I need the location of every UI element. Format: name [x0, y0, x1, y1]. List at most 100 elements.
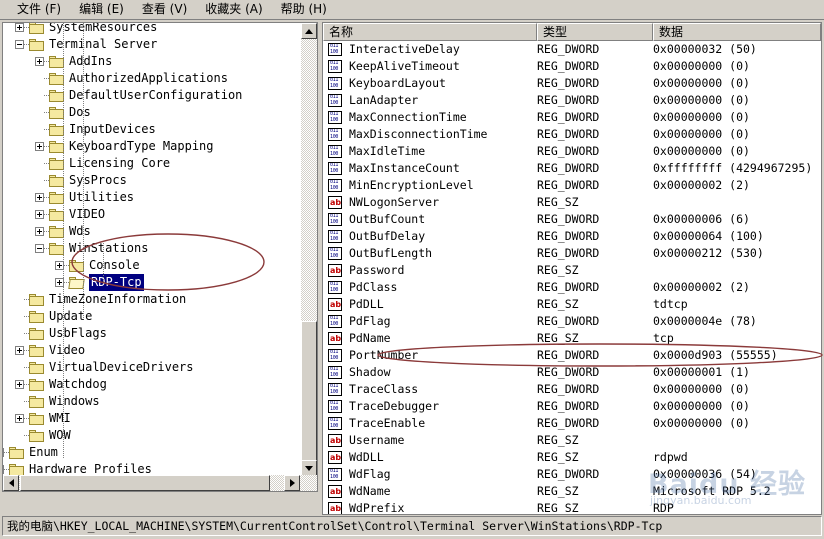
table-row[interactable]: 011 100 MinEncryptionLevel REG_DWORD 0x00000… — [323, 177, 821, 194]
expand-icon[interactable] — [15, 23, 24, 32]
expand-icon[interactable] — [35, 142, 44, 151]
table-row[interactable]: ab WdDLL REG_SZ rdpwd — [323, 449, 821, 466]
tree-item-dos[interactable]: Dos — [3, 104, 301, 121]
table-row[interactable]: 011 100 KeyboardLayout REG_DWORD 0x00000000 … — [323, 75, 821, 92]
table-row[interactable]: 011 100 TraceClass REG_DWORD 0x00000000 (0) — [323, 381, 821, 398]
tree-item-defaultuserconfiguration[interactable]: DefaultUserConfiguration — [3, 87, 301, 104]
table-row[interactable]: 011 100 PortNumber REG_DWORD 0x0000d903 (555… — [323, 347, 821, 364]
column-header-name[interactable]: 名称 — [323, 23, 537, 41]
dword-icon: 011 100 — [328, 400, 342, 413]
tree-scroll-left-button[interactable] — [3, 475, 19, 491]
expand-icon[interactable] — [35, 193, 44, 202]
expand-icon[interactable] — [35, 57, 44, 66]
tree-item-wds[interactable]: Wds — [3, 223, 301, 240]
list-rows: 011 100 InteractiveDelay REG_DWORD 0x0000003… — [323, 41, 821, 514]
table-row[interactable]: 011 100 PdFlag REG_DWORD 0x0000004e (78) — [323, 313, 821, 330]
tree-item-hardware-profiles[interactable]: Hardware Profiles — [3, 461, 301, 475]
tree-item-utilities[interactable]: Utilities — [3, 189, 301, 206]
expand-icon[interactable] — [35, 210, 44, 219]
tree-scroll-right-button[interactable] — [284, 475, 300, 491]
table-row[interactable]: ab Password REG_SZ — [323, 262, 821, 279]
string-icon: ab — [328, 196, 342, 209]
table-row[interactable]: 011 100 PdClass REG_DWORD 0x00000002 (2) — [323, 279, 821, 296]
folder-icon — [9, 447, 24, 459]
arrow-right-icon — [289, 479, 295, 487]
table-row[interactable]: ab WdPrefix REG_SZ RDP — [323, 500, 821, 514]
table-row[interactable]: 011 100 MaxIdleTime REG_DWORD 0x00000000 (0) — [323, 143, 821, 160]
table-row[interactable]: ab NWLogonServer REG_SZ — [323, 194, 821, 211]
expand-icon[interactable] — [15, 380, 24, 389]
collapse-icon[interactable] — [35, 244, 44, 253]
tree-item-update[interactable]: Update — [3, 308, 301, 325]
tree-item-usbflags[interactable]: UsbFlags — [3, 325, 301, 342]
value-type-cell: REG_DWORD — [537, 382, 600, 396]
tree-item-enum[interactable]: Enum — [3, 444, 301, 461]
table-row[interactable]: 011 100 InteractiveDelay REG_DWORD 0x0000003… — [323, 41, 821, 58]
tree-scroll-up-button[interactable] — [301, 23, 317, 39]
tree-item-keyboardtype-mapping[interactable]: KeyboardType Mapping — [3, 138, 301, 155]
expand-icon[interactable] — [15, 346, 24, 355]
column-header-data[interactable]: 数据 — [653, 23, 821, 41]
expand-icon[interactable] — [15, 414, 24, 423]
tree-hscroll-thumb[interactable] — [20, 475, 270, 491]
value-type-cell: REG_DWORD — [537, 212, 600, 226]
tree-horizontal-scrollbar[interactable] — [3, 475, 317, 491]
table-row[interactable]: 011 100 MaxConnectionTime REG_DWORD 0x000000… — [323, 109, 821, 126]
value-name-cell: NWLogonServer — [349, 195, 440, 209]
tree-item-rdp-tcp[interactable]: RDP-Tcp — [3, 274, 301, 291]
table-row[interactable]: 011 100 WdFlag REG_DWORD 0x00000036 (54) — [323, 466, 821, 483]
menu-view[interactable]: 查看 (V) — [133, 1, 196, 18]
table-row[interactable]: 011 100 OutBufLength REG_DWORD 0x00000212 (5… — [323, 245, 821, 262]
registry-values-pane[interactable]: 名称 类型 数据 011 100 InteractiveDelay REG_DWORD… — [322, 22, 822, 515]
table-row[interactable]: 011 100 OutBufDelay REG_DWORD 0x00000064 (10… — [323, 228, 821, 245]
menu-edit[interactable]: 编辑 (E) — [70, 1, 133, 18]
tree-vertical-scrollbar[interactable] — [301, 23, 317, 476]
expand-icon[interactable] — [35, 227, 44, 236]
table-row[interactable]: ab PdDLL REG_SZ tdtcp — [323, 296, 821, 313]
table-row[interactable]: 011 100 Shadow REG_DWORD 0x00000001 (1) — [323, 364, 821, 381]
table-row[interactable]: 011 100 OutBufCount REG_DWORD 0x00000006 (6) — [323, 211, 821, 228]
tree-item-timezoneinformation[interactable]: TimeZoneInformation — [3, 291, 301, 308]
tree-item-wow[interactable]: WOW — [3, 427, 301, 444]
registry-tree-pane[interactable]: SystemResources Terminal Server AddIns Auth… — [2, 22, 318, 492]
tree-item-authorizedapplications[interactable]: AuthorizedApplications — [3, 70, 301, 87]
tree-scroll-down-button[interactable] — [301, 460, 317, 476]
table-row[interactable]: 011 100 TraceEnable REG_DWORD 0x00000000 (0) — [323, 415, 821, 432]
tree-item-video[interactable]: Video — [3, 342, 301, 359]
table-row[interactable]: 011 100 MaxInstanceCount REG_DWORD 0xfffffff… — [323, 160, 821, 177]
tree-item-terminal-server[interactable]: Terminal Server — [3, 36, 301, 53]
tree-item-licensing-core[interactable]: Licensing Core — [3, 155, 301, 172]
column-header-type[interactable]: 类型 — [537, 23, 653, 41]
menu-file[interactable]: 文件 (F) — [8, 1, 70, 18]
tree-item-inputdevices[interactable]: InputDevices — [3, 121, 301, 138]
tree-item-addins[interactable]: AddIns — [3, 53, 301, 70]
table-row[interactable]: 011 100 KeepAliveTimeout REG_DWORD 0x0000000… — [323, 58, 821, 75]
tree-item-systemresources[interactable]: SystemResources — [3, 23, 301, 36]
collapse-icon[interactable] — [15, 40, 24, 49]
value-data-cell: 0x00000000 (0) — [653, 93, 750, 107]
table-row[interactable]: 011 100 TraceDebugger REG_DWORD 0x00000000 (… — [323, 398, 821, 415]
tree-item-watchdog[interactable]: Watchdog — [3, 376, 301, 393]
tree-item-virtualdevicedrivers[interactable]: VirtualDeviceDrivers — [3, 359, 301, 376]
table-row[interactable]: ab PdName REG_SZ tcp — [323, 330, 821, 347]
tree-item-video[interactable]: VIDEO — [3, 206, 301, 223]
value-data-cell: 0x0000d903 (55555) — [653, 348, 778, 362]
tree-item-winstations[interactable]: WinStations — [3, 240, 301, 257]
tree-item-label: SystemResources — [49, 23, 158, 34]
tree-item-console[interactable]: Console — [3, 257, 301, 274]
tree-item-windows[interactable]: Windows — [3, 393, 301, 410]
tree-item-sysprocs[interactable]: SysProcs — [3, 172, 301, 189]
tree-item-wmi[interactable]: WMI — [3, 410, 301, 427]
table-row[interactable]: ab WdName REG_SZ Microsoft RDP 5.2 — [323, 483, 821, 500]
dword-icon: 011 100 — [328, 179, 342, 192]
value-type-cell: REG_DWORD — [537, 93, 600, 107]
folder-icon — [29, 328, 44, 340]
table-row[interactable]: 011 100 LanAdapter REG_DWORD 0x00000000 (0) — [323, 92, 821, 109]
tree-scroll-thumb[interactable] — [301, 321, 317, 471]
table-row[interactable]: 011 100 MaxDisconnectionTime REG_DWORD 0x000… — [323, 126, 821, 143]
value-type-cell: REG_SZ — [537, 263, 579, 277]
folder-icon — [29, 311, 44, 323]
table-row[interactable]: ab Username REG_SZ — [323, 432, 821, 449]
menu-favorites[interactable]: 收藏夹 (A) — [196, 1, 271, 18]
menu-help[interactable]: 帮助 (H) — [272, 1, 336, 18]
